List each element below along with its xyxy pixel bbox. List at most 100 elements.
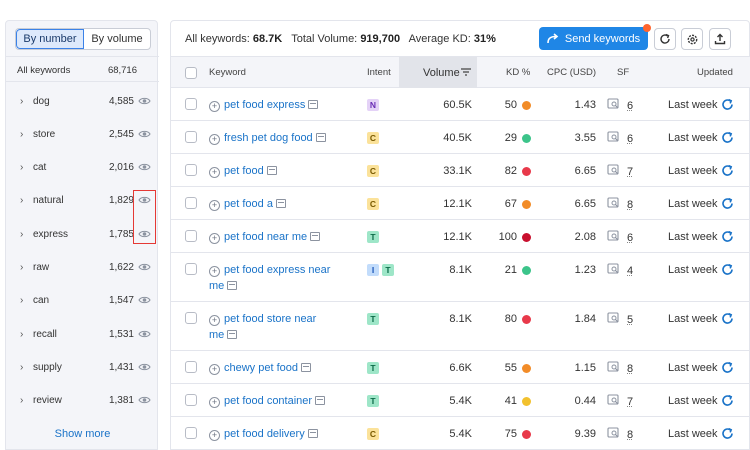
chevron-right-icon[interactable]: › — [20, 395, 23, 406]
add-keyword-icon[interactable]: + — [209, 266, 220, 277]
group-item-can[interactable]: › can 1,547 — [6, 284, 159, 317]
column-sf[interactable]: SF — [617, 67, 629, 78]
eye-icon[interactable] — [138, 128, 151, 140]
add-keyword-icon[interactable]: + — [209, 101, 220, 112]
serp-features-count[interactable]: 5 — [627, 314, 633, 326]
settings-button[interactable] — [681, 28, 703, 50]
column-kd[interactable]: KD % — [506, 67, 530, 78]
refresh-icon[interactable] — [721, 230, 734, 243]
keyword-link[interactable]: pet food near me — [224, 231, 307, 243]
serp-preview-icon[interactable] — [301, 363, 311, 372]
refresh-button[interactable] — [654, 28, 676, 50]
group-item-supply[interactable]: › supply 1,431 — [6, 351, 159, 384]
refresh-icon[interactable] — [721, 394, 734, 407]
chevron-right-icon[interactable]: › — [20, 362, 23, 373]
serp-features-icon[interactable] — [607, 197, 620, 209]
row-checkbox[interactable] — [185, 131, 197, 143]
serp-features-icon[interactable] — [607, 164, 620, 176]
send-keywords-button[interactable]: Send keywords — [539, 24, 651, 50]
add-keyword-icon[interactable]: + — [209, 200, 220, 211]
group-item-dog[interactable]: › dog 4,585 — [6, 85, 159, 118]
serp-features-icon[interactable] — [607, 131, 620, 143]
chevron-right-icon[interactable]: › — [20, 262, 23, 273]
serp-features-count[interactable]: 4 — [627, 265, 633, 277]
eye-icon[interactable] — [138, 294, 151, 306]
serp-features-icon[interactable] — [607, 263, 620, 275]
serp-features-count[interactable]: 8 — [627, 199, 633, 211]
group-item-store[interactable]: › store 2,545 — [6, 118, 159, 151]
eye-icon[interactable] — [138, 361, 151, 373]
add-keyword-icon[interactable]: + — [209, 315, 220, 326]
refresh-icon[interactable] — [721, 263, 734, 276]
chevron-right-icon[interactable]: › — [20, 295, 23, 306]
serp-features-count[interactable]: 7 — [627, 396, 633, 408]
show-more-link[interactable]: Show more — [6, 428, 159, 440]
row-checkbox[interactable] — [185, 427, 197, 439]
chevron-right-icon[interactable]: › — [20, 195, 23, 206]
select-all-checkbox[interactable] — [185, 67, 197, 79]
serp-preview-icon[interactable] — [266, 166, 277, 175]
serp-features-icon[interactable] — [607, 312, 620, 324]
add-keyword-icon[interactable]: + — [209, 167, 220, 178]
serp-features-count[interactable]: 6 — [627, 100, 633, 112]
keyword-link[interactable]: fresh pet dog food — [224, 132, 313, 144]
serp-features-icon[interactable] — [607, 230, 620, 242]
column-intent[interactable]: Intent — [367, 67, 391, 78]
eye-icon[interactable] — [138, 394, 151, 406]
keyword-link[interactable]: pet food — [224, 165, 264, 177]
refresh-icon[interactable] — [721, 361, 734, 374]
chevron-right-icon[interactable]: › — [20, 96, 23, 107]
serp-features-count[interactable]: 6 — [627, 133, 633, 145]
add-keyword-icon[interactable]: + — [209, 233, 220, 244]
eye-icon[interactable] — [138, 95, 151, 107]
serp-preview-icon[interactable] — [227, 281, 238, 290]
refresh-icon[interactable] — [721, 98, 734, 111]
row-checkbox[interactable] — [185, 164, 197, 176]
group-item-review[interactable]: › review 1,381 — [6, 384, 159, 417]
serp-preview-icon[interactable] — [227, 330, 238, 339]
serp-preview-icon[interactable] — [307, 429, 318, 438]
serp-features-icon[interactable] — [607, 394, 620, 406]
serp-preview-icon[interactable] — [308, 100, 319, 109]
eye-icon[interactable] — [138, 328, 151, 340]
serp-features-icon[interactable] — [607, 427, 620, 439]
by-number-button[interactable]: By number — [16, 29, 84, 49]
serp-features-count[interactable]: 7 — [627, 166, 633, 178]
chevron-right-icon[interactable]: › — [20, 129, 23, 140]
add-keyword-icon[interactable]: + — [209, 430, 220, 441]
add-keyword-icon[interactable]: + — [209, 397, 220, 408]
column-cpc[interactable]: CPC (USD) — [547, 67, 596, 78]
refresh-icon[interactable] — [721, 427, 734, 440]
row-checkbox[interactable] — [185, 312, 197, 324]
serp-preview-icon[interactable] — [275, 199, 286, 208]
serp-features-icon[interactable] — [607, 98, 620, 110]
chevron-right-icon[interactable]: › — [20, 229, 23, 240]
all-keywords-group[interactable]: All keywords 68,716 — [6, 56, 159, 82]
serp-preview-icon[interactable] — [315, 133, 326, 142]
row-checkbox[interactable] — [185, 263, 197, 275]
add-keyword-icon[interactable]: + — [209, 364, 220, 375]
eye-icon[interactable] — [138, 161, 151, 173]
serp-features-count[interactable]: 8 — [627, 429, 633, 441]
column-updated[interactable]: Updated — [697, 67, 733, 78]
keyword-link[interactable]: pet food container — [224, 395, 312, 407]
eye-icon[interactable] — [138, 261, 151, 273]
keyword-link[interactable]: pet food delivery — [224, 428, 305, 440]
chevron-right-icon[interactable]: › — [20, 329, 23, 340]
add-keyword-icon[interactable]: + — [209, 134, 220, 145]
chevron-right-icon[interactable]: › — [20, 162, 23, 173]
by-volume-button[interactable]: By volume — [84, 29, 150, 49]
column-keyword[interactable]: Keyword — [209, 67, 246, 78]
column-volume[interactable]: Volume — [399, 57, 477, 88]
group-item-recall[interactable]: › recall 1,531 — [6, 318, 159, 351]
refresh-icon[interactable] — [721, 131, 734, 144]
group-item-raw[interactable]: › raw 1,622 — [6, 251, 159, 284]
keyword-link[interactable]: chewy pet food — [224, 362, 298, 374]
row-checkbox[interactable] — [185, 230, 197, 242]
serp-features-icon[interactable] — [607, 361, 620, 373]
row-checkbox[interactable] — [185, 197, 197, 209]
row-checkbox[interactable] — [185, 361, 197, 373]
refresh-icon[interactable] — [721, 312, 734, 325]
refresh-icon[interactable] — [721, 164, 734, 177]
row-checkbox[interactable] — [185, 394, 197, 406]
